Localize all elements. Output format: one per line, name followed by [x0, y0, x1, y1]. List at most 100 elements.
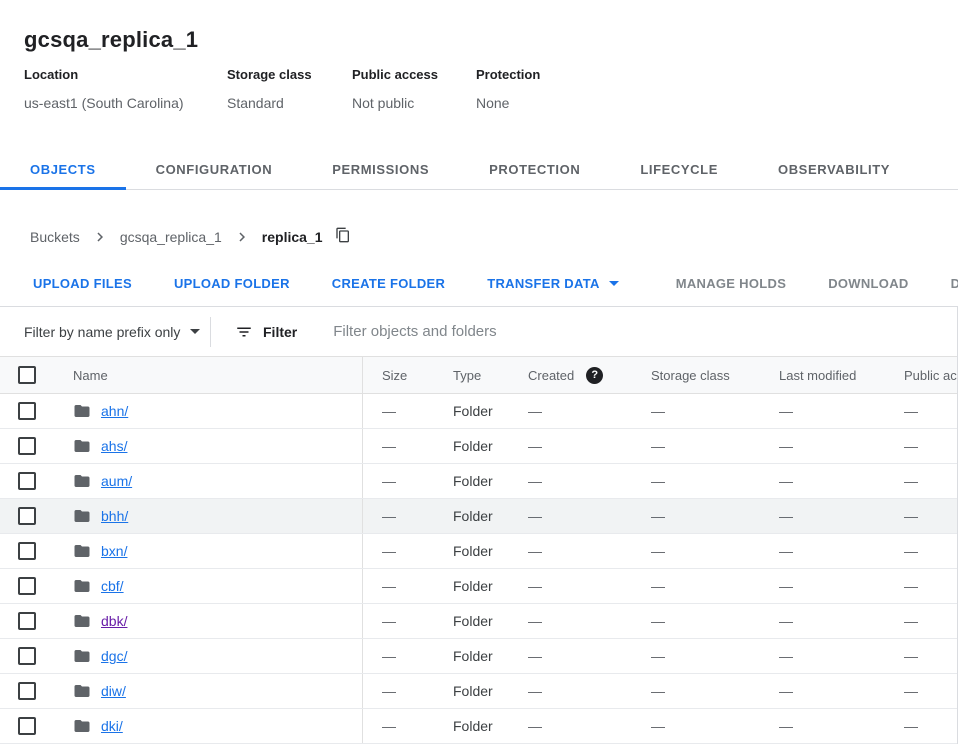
download-button[interactable]: DOWNLOAD: [812, 266, 924, 302]
tab-lifecycle[interactable]: LIFECYCLE: [610, 148, 748, 190]
row-checkbox[interactable]: [18, 507, 36, 525]
cell-public-access: —: [903, 473, 957, 489]
folder-name-link[interactable]: ahs/: [101, 438, 127, 454]
cell-last-modified: —: [776, 473, 903, 489]
breadcrumb-item[interactable]: Buckets: [30, 229, 80, 245]
row-checkbox[interactable]: [18, 717, 36, 735]
page-title: gcsqa_replica_1: [24, 26, 934, 54]
cell-size: —: [363, 578, 450, 594]
row-checkbox[interactable]: [18, 612, 36, 630]
row-checkbox[interactable]: [18, 577, 36, 595]
breadcrumb-item[interactable]: gcsqa_replica_1: [120, 229, 222, 245]
cell-size: —: [363, 543, 450, 559]
table-row: dbk/ — Folder — — — —: [0, 604, 957, 639]
folder-name-link[interactable]: dgc/: [101, 648, 127, 664]
folder-name-link[interactable]: bxn/: [101, 543, 127, 559]
folder-name-link[interactable]: dki/: [101, 718, 123, 734]
cell-created: —: [527, 508, 650, 524]
tab-objects[interactable]: OBJECTS: [0, 148, 126, 190]
object-list-area: Filter by name prefix only Filter Name S…: [0, 307, 958, 744]
cell-storage-class: —: [650, 578, 776, 594]
filter-scope-dropdown[interactable]: Filter by name prefix only: [24, 324, 210, 340]
cell-type: Folder: [450, 683, 527, 699]
folder-icon: [73, 717, 91, 735]
cell-last-modified: —: [776, 578, 903, 594]
folder-name-link[interactable]: aum/: [101, 473, 132, 489]
delete-button[interactable]: DELETE: [935, 266, 958, 302]
meta-label: Public access: [352, 67, 476, 83]
row-name-section: aum/: [0, 464, 363, 498]
folder-icon: [73, 507, 91, 525]
toolbar-button-label: DOWNLOAD: [828, 276, 908, 291]
cell-last-modified: —: [776, 508, 903, 524]
bucket-details-page: gcsqa_replica_1 Location us-east1 (South…: [0, 0, 958, 744]
tab-configuration[interactable]: CONFIGURATION: [126, 148, 303, 190]
column-header-public-access: Public access: [903, 368, 957, 383]
folder-name-link[interactable]: cbf/: [101, 578, 124, 594]
folder-icon: [73, 402, 91, 420]
cell-storage-class: —: [650, 438, 776, 454]
row-checkbox[interactable]: [18, 472, 36, 490]
table-header: Name Size Type Created ? Storage class L…: [0, 357, 957, 394]
caret-down-icon: [609, 281, 619, 286]
cell-last-modified: —: [776, 718, 903, 734]
row-name-section: dki/: [0, 709, 363, 743]
row-checkbox[interactable]: [18, 647, 36, 665]
upload-files-button[interactable]: UPLOAD FILES: [17, 266, 148, 302]
cell-storage-class: —: [650, 508, 776, 524]
upload-folder-button[interactable]: UPLOAD FOLDER: [158, 266, 306, 302]
folder-name-link[interactable]: bhh/: [101, 508, 128, 524]
select-all-checkbox[interactable]: [18, 366, 36, 384]
cell-size: —: [363, 613, 450, 629]
cell-size: —: [363, 648, 450, 664]
row-name-section: diw/: [0, 674, 363, 708]
create-folder-button[interactable]: CREATE FOLDER: [316, 266, 461, 302]
meta-value: None: [476, 95, 540, 112]
cell-public-access: —: [903, 508, 957, 524]
help-icon[interactable]: ?: [586, 367, 603, 384]
folder-name-link[interactable]: ahn/: [101, 403, 128, 419]
row-name-section: cbf/: [0, 569, 363, 603]
filter-label: Filter: [263, 324, 297, 340]
row-checkbox[interactable]: [18, 542, 36, 560]
row-checkbox[interactable]: [18, 437, 36, 455]
table-row: dki/ — Folder — — — —: [0, 709, 957, 744]
tab-protection[interactable]: PROTECTION: [459, 148, 610, 190]
cell-last-modified: —: [776, 543, 903, 559]
filter-input[interactable]: [331, 322, 957, 341]
manage-holds-button[interactable]: MANAGE HOLDS: [660, 266, 803, 302]
folder-icon: [73, 472, 91, 490]
cell-size: —: [363, 683, 450, 699]
meta-value: Standard: [227, 95, 352, 112]
row-checkbox[interactable]: [18, 682, 36, 700]
folder-name-link[interactable]: dbk/: [101, 613, 127, 629]
tab-permissions[interactable]: PERMISSIONS: [302, 148, 459, 190]
cell-public-access: —: [903, 648, 957, 664]
bucket-meta-item: Public access Not public: [352, 67, 476, 112]
folder-icon: [73, 682, 91, 700]
column-header-type: Type: [450, 368, 527, 383]
cell-created: —: [527, 403, 650, 419]
folder-icon: [73, 577, 91, 595]
tab-bar: OBJECTSCONFIGURATIONPERMISSIONSPROTECTIO…: [0, 148, 958, 190]
toolbar-button-label: UPLOAD FILES: [33, 276, 132, 291]
cell-storage-class: —: [650, 683, 776, 699]
column-header-created-label: Created: [528, 368, 574, 383]
copy-folder-path-button[interactable]: [335, 227, 351, 246]
bucket-meta-item: Location us-east1 (South Carolina): [24, 67, 227, 112]
cell-created: —: [527, 613, 650, 629]
table-row: bxn/ — Folder — — — —: [0, 534, 957, 569]
cell-type: Folder: [450, 438, 527, 454]
cell-type: Folder: [450, 613, 527, 629]
column-header-size: Size: [363, 368, 450, 383]
chevron-right-icon: [91, 228, 109, 246]
column-header-name: Name: [73, 368, 108, 383]
cell-public-access: —: [903, 613, 957, 629]
row-checkbox[interactable]: [18, 402, 36, 420]
tab-observability[interactable]: OBSERVABILITY: [748, 148, 920, 190]
cell-created: —: [527, 718, 650, 734]
cell-storage-class: —: [650, 403, 776, 419]
bucket-meta-row: Location us-east1 (South Carolina) Stora…: [24, 67, 934, 112]
folder-name-link[interactable]: diw/: [101, 683, 126, 699]
transfer-data-button[interactable]: TRANSFER DATA: [471, 266, 634, 302]
